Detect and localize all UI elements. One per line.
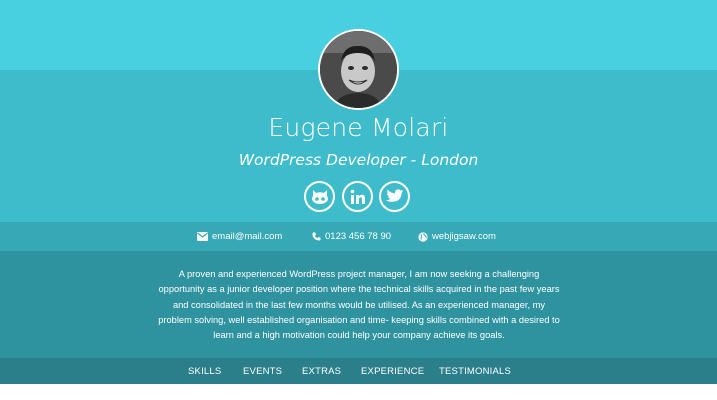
github-icon [311, 189, 328, 204]
profile-name: Eugene Molari [268, 113, 449, 142]
section-nav: SKILLS EVENTS EXTRAS EXPERIENCE TESTIMON… [0, 358, 717, 384]
contact-row: email@mail.com 0123 456 78 90 webjigsaw.… [0, 222, 717, 251]
linkedin-icon [350, 189, 365, 204]
nav-item-skills[interactable]: SKILLS [188, 366, 221, 377]
contact-email[interactable]: email@mail.com [197, 231, 282, 242]
page-bottom [0, 384, 717, 400]
linkedin-link[interactable] [342, 181, 373, 212]
github-link[interactable] [304, 181, 335, 212]
contact-email-text: email@mail.com [212, 231, 283, 242]
nav-item-testimonials[interactable]: TESTIMONIALS [439, 366, 511, 377]
nav-item-experience[interactable]: EXPERIENCE [361, 366, 424, 377]
avatar [318, 29, 399, 110]
globe-icon [418, 231, 428, 242]
about-text: A proven and experienced WordPress proje… [158, 269, 560, 341]
phone-icon [312, 232, 321, 241]
avatar-photo [320, 31, 397, 108]
contact-website[interactable]: webjigsaw.com [418, 231, 496, 242]
nav-item-extras[interactable]: EXTRAS [302, 366, 341, 377]
envelope-icon [197, 232, 208, 241]
contact-phone[interactable]: 0123 456 78 90 [312, 231, 391, 242]
social-links [0, 181, 717, 213]
profile-title: WordPress Developer - London [238, 151, 479, 169]
twitter-link[interactable] [379, 181, 410, 212]
twitter-icon [385, 189, 403, 202]
nav-item-events[interactable]: EVENTS [243, 366, 282, 377]
contact-phone-text: 0123 456 78 90 [325, 231, 392, 242]
contact-website-text: webjigsaw.com [432, 231, 496, 242]
